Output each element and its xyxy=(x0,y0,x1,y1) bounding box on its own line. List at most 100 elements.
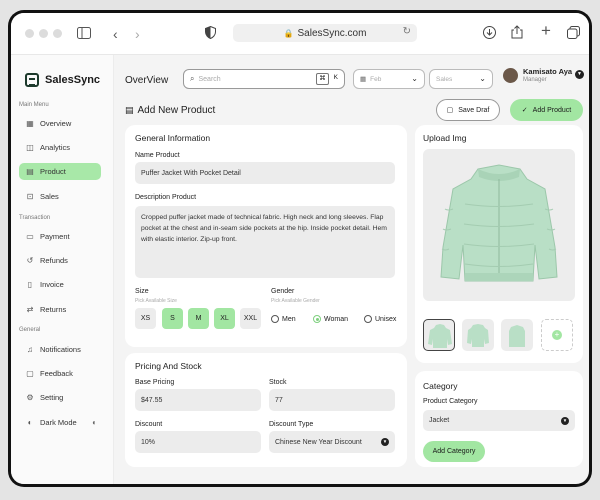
shield-icon[interactable] xyxy=(205,25,216,43)
date-filter-select[interactable]: ▦ Feb ⌄ xyxy=(353,69,425,89)
base-pricing-input[interactable]: $47.55 xyxy=(135,389,261,411)
discount-label: Discount xyxy=(135,421,163,428)
category-card: Category Product Category Jacket ▼ Add C… xyxy=(415,371,583,467)
chart-icon: ◫ xyxy=(26,143,34,152)
address-bar[interactable]: 🔒 SalesSync.com ↻ xyxy=(233,24,417,42)
url-text: SalesSync.com xyxy=(297,27,367,39)
stock-input[interactable]: 77 xyxy=(269,389,395,411)
window-zoom-dot[interactable] xyxy=(53,29,62,38)
size-option-xxl[interactable]: XXL xyxy=(240,308,261,329)
chevron-down-icon: ▼ xyxy=(381,438,389,446)
sidebar-item-dark-mode[interactable]: ◐ Dark Mode ◐ xyxy=(19,414,101,431)
download-icon[interactable] xyxy=(483,25,496,43)
sidebar-item-analytics[interactable]: ◫ Analytics xyxy=(19,139,101,156)
name-product-input[interactable]: Puffer Jacket With Pocket Detail xyxy=(135,162,395,184)
general-information-card: General Information Name Product Puffer … xyxy=(125,125,407,347)
add-product-label: Add Product xyxy=(532,106,572,114)
discount-input[interactable]: 10% xyxy=(135,431,261,453)
sidebar-item-setting[interactable]: ⚙ Setting xyxy=(19,389,101,406)
discount-value: 10% xyxy=(141,438,156,446)
gender-label-men: Men xyxy=(282,315,296,323)
sidebar-item-label: Refunds xyxy=(40,256,68,265)
discount-type-select[interactable]: Chinese New Year Discount ▼ xyxy=(269,431,395,453)
add-product-heading: ▤ Add New Product xyxy=(125,105,215,116)
wallet-icon: ▭ xyxy=(26,232,34,241)
size-option-m[interactable]: M xyxy=(188,308,209,329)
plus-icon: + xyxy=(552,330,562,340)
chat-icon: ▢ xyxy=(26,369,34,378)
radio-icon xyxy=(271,315,279,323)
description-textarea[interactable]: Cropped puffer jacket made of technical … xyxy=(135,206,395,278)
product-image-main[interactable] xyxy=(423,149,575,301)
new-tab-icon[interactable]: + xyxy=(541,22,551,40)
window-close-dot[interactable] xyxy=(25,29,34,38)
gender-label: Gender xyxy=(271,288,295,295)
refund-icon: ↺ xyxy=(26,256,34,265)
gender-option-men[interactable]: Men xyxy=(271,315,296,323)
stock-value: 77 xyxy=(275,396,283,404)
sidebar-item-label: Dark Mode xyxy=(40,418,77,427)
gender-option-unisex[interactable]: Unisex xyxy=(364,315,396,323)
sidebar-item-returns[interactable]: ⇄ Returns xyxy=(19,301,101,318)
radio-selected-icon xyxy=(313,315,321,323)
sidebar-item-payment[interactable]: ▭ Payment xyxy=(19,228,101,245)
sidebar-item-invoice[interactable]: ▯ Invoice xyxy=(19,276,101,293)
sidebar-item-notifications[interactable]: ♫ Notifications xyxy=(19,341,101,358)
forward-icon[interactable]: › xyxy=(135,25,140,43)
chevron-down-icon: ▼ xyxy=(561,416,569,425)
tabs-overview-icon[interactable] xyxy=(567,25,580,43)
section-main-menu: Main Menu xyxy=(19,102,49,108)
window-minimize-dot[interactable] xyxy=(39,29,48,38)
add-image-button[interactable]: + xyxy=(541,319,573,351)
add-category-button[interactable]: Add Category xyxy=(423,441,485,462)
name-product-label: Name Product xyxy=(135,152,180,159)
sidebar-item-product[interactable]: ▤ Product xyxy=(19,163,101,180)
size-option-xl[interactable]: XL xyxy=(214,308,235,329)
size-label: Size xyxy=(135,288,149,295)
product-thumbnail[interactable] xyxy=(462,319,494,351)
grid-icon: ▦ xyxy=(26,119,34,128)
search-shortcut: ⌘ K xyxy=(316,73,340,85)
sidebar-item-overview[interactable]: ▦ Overview xyxy=(19,115,101,132)
search-input[interactable]: ⌕ Search ⌘ K xyxy=(183,69,345,89)
product-category-value: Jacket xyxy=(429,417,450,424)
add-product-button[interactable]: ✓ Add Product xyxy=(510,99,583,121)
sidebar-toggle-icon[interactable] xyxy=(77,25,91,43)
size-option-s[interactable]: S xyxy=(162,308,183,329)
save-draft-button[interactable]: ▢ Save Draf xyxy=(436,99,500,121)
card-title: Upload Img xyxy=(423,133,467,143)
discount-type-value: Chinese New Year Discount xyxy=(275,438,362,446)
user-name: Kamisato Aya xyxy=(523,67,573,76)
calendar-icon: ▦ xyxy=(360,76,367,83)
user-menu[interactable]: Kamisato Aya Manager ▼ xyxy=(503,67,584,84)
back-icon[interactable]: ‹ xyxy=(113,25,118,43)
gender-option-woman[interactable]: Woman xyxy=(313,315,348,323)
sidebar-item-refunds[interactable]: ↺ Refunds xyxy=(19,252,101,269)
gender-hint: Pick Available Gender xyxy=(271,298,320,304)
chevron-down-icon[interactable]: ▼ xyxy=(575,70,584,79)
search-placeholder: Search xyxy=(198,75,221,83)
size-option-xs[interactable]: XS xyxy=(135,308,156,329)
invoice-icon: ▯ xyxy=(27,280,33,289)
shortcut-key-cmd: ⌘ xyxy=(316,73,329,85)
product-thumbnail[interactable] xyxy=(423,319,455,351)
lock-icon: 🔒 xyxy=(283,28,294,38)
product-thumbnail[interactable] xyxy=(501,319,533,351)
sidebar-item-label: Analytics xyxy=(40,143,71,152)
upload-image-card: Upload Img + xyxy=(415,125,583,363)
gender-label-unisex: Unisex xyxy=(375,315,397,323)
sidebar-item-feedback[interactable]: ▢ Feedback xyxy=(19,365,101,382)
reload-icon[interactable]: ↻ xyxy=(403,26,411,37)
logo-icon xyxy=(25,73,39,87)
product-category-label: Product Category xyxy=(423,398,478,405)
share-icon[interactable] xyxy=(511,25,523,43)
sales-filter-select[interactable]: Sales ⌄ xyxy=(429,69,493,89)
sales-filter-value: Sales xyxy=(436,75,453,83)
base-pricing-value: $47.55 xyxy=(141,396,163,404)
app-logo[interactable]: SalesSync xyxy=(25,73,100,87)
card-title: General Information xyxy=(135,133,211,143)
sidebar-item-label: Feedback xyxy=(40,369,73,378)
product-category-select[interactable]: Jacket ▼ xyxy=(423,410,575,431)
dark-mode-toggle[interactable]: ◐ xyxy=(92,418,97,427)
sidebar-item-sales[interactable]: ⊡ Sales xyxy=(19,188,101,205)
